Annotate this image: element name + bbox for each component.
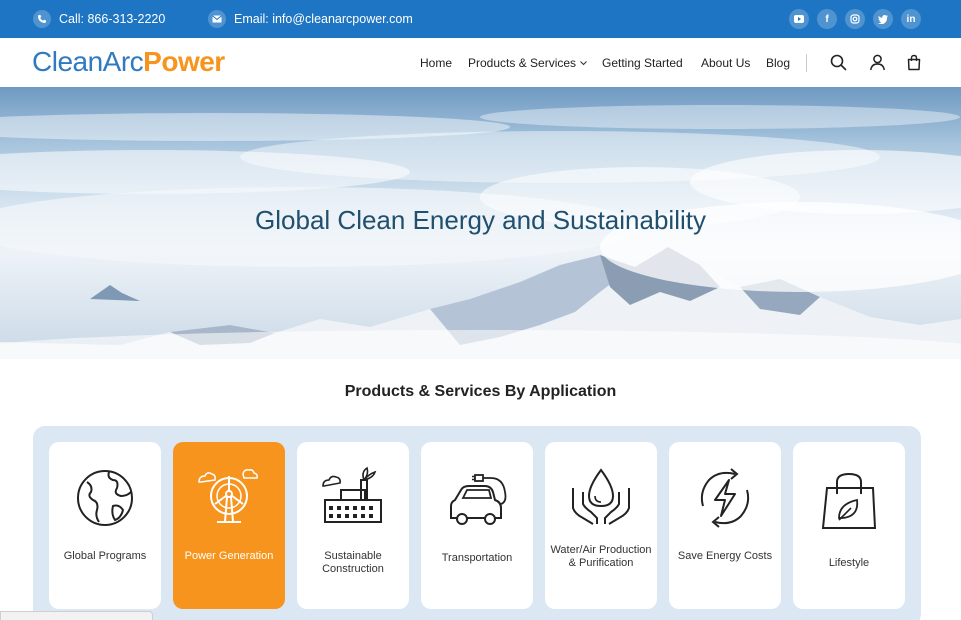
- card-sustainable-construction[interactable]: Sustainable Construction: [297, 442, 409, 609]
- nav-getting-started[interactable]: Getting Started: [602, 38, 683, 87]
- email-link[interactable]: Email: info@cleanarcpower.com: [208, 0, 413, 38]
- nav-about-us[interactable]: About Us: [701, 38, 750, 87]
- card-power-generation[interactable]: Power Generation: [173, 442, 285, 609]
- phone-icon: [33, 10, 51, 28]
- nav-blog[interactable]: Blog: [766, 38, 790, 87]
- card-lifestyle[interactable]: Lifestyle: [793, 442, 905, 609]
- nav-divider: [806, 54, 807, 72]
- section-title: Products & Services By Application: [344, 383, 617, 400]
- logo-text-cleanarc: CleanArc: [32, 46, 144, 77]
- search-icon[interactable]: [828, 52, 848, 72]
- card-label: Water/Air Production & Purification: [550, 544, 652, 569]
- cart-icon[interactable]: [904, 52, 924, 72]
- nav-products-services[interactable]: Products & Services: [468, 38, 588, 87]
- card-label: Power Generation: [184, 550, 274, 562]
- youtube-icon[interactable]: [789, 9, 809, 29]
- chevron-down-icon: [580, 60, 587, 65]
- shopping-bag-icon: [821, 472, 877, 529]
- call-link[interactable]: Call: 866-313-2220: [33, 0, 165, 38]
- linkedin-icon[interactable]: in: [901, 9, 921, 29]
- instagram-icon[interactable]: [845, 9, 865, 29]
- browser-status-bar: [0, 611, 153, 620]
- water-hands-icon: [572, 468, 630, 525]
- card-label: Sustainable Construction: [322, 550, 384, 575]
- electric-car-icon: [450, 474, 507, 525]
- card-water-air[interactable]: Water/Air Production & Purification: [545, 442, 657, 609]
- logo-text-power: Power: [143, 46, 225, 77]
- facebook-icon[interactable]: f: [817, 9, 837, 29]
- card-save-energy-costs[interactable]: Save Energy Costs: [669, 442, 781, 609]
- card-label: Global Programs: [63, 550, 147, 562]
- factory-icon: [322, 466, 382, 523]
- top-bar: Call: 866-313-2220 Email: info@cleanarcp…: [0, 0, 961, 38]
- energy-cycle-icon: [700, 468, 750, 528]
- hero-title: Global Clean Energy and Sustainability: [255, 205, 706, 235]
- envelope-icon: [208, 10, 226, 28]
- user-icon[interactable]: [867, 52, 887, 72]
- nav-home[interactable]: Home: [420, 38, 452, 87]
- card-global-programs[interactable]: Global Programs: [49, 442, 161, 609]
- site-header: CleanArcPower Home Products & Services G…: [0, 38, 961, 87]
- hero-banner: Global Clean Energy and Sustainability: [0, 87, 961, 359]
- card-transportation[interactable]: Transportation: [421, 442, 533, 609]
- email-text: Email: info@cleanarcpower.com: [234, 12, 413, 26]
- card-label: Transportation: [441, 552, 513, 564]
- site-logo[interactable]: CleanArcPower: [32, 46, 225, 78]
- twitter-icon[interactable]: [873, 9, 893, 29]
- globe-icon: [77, 470, 133, 526]
- card-label: Save Energy Costs: [677, 550, 773, 562]
- call-text: Call: 866-313-2220: [59, 12, 166, 26]
- card-label: Lifestyle: [828, 557, 870, 569]
- nav-products-services-label: Products & Services: [468, 55, 577, 70]
- wind-turbine-icon: [198, 469, 258, 523]
